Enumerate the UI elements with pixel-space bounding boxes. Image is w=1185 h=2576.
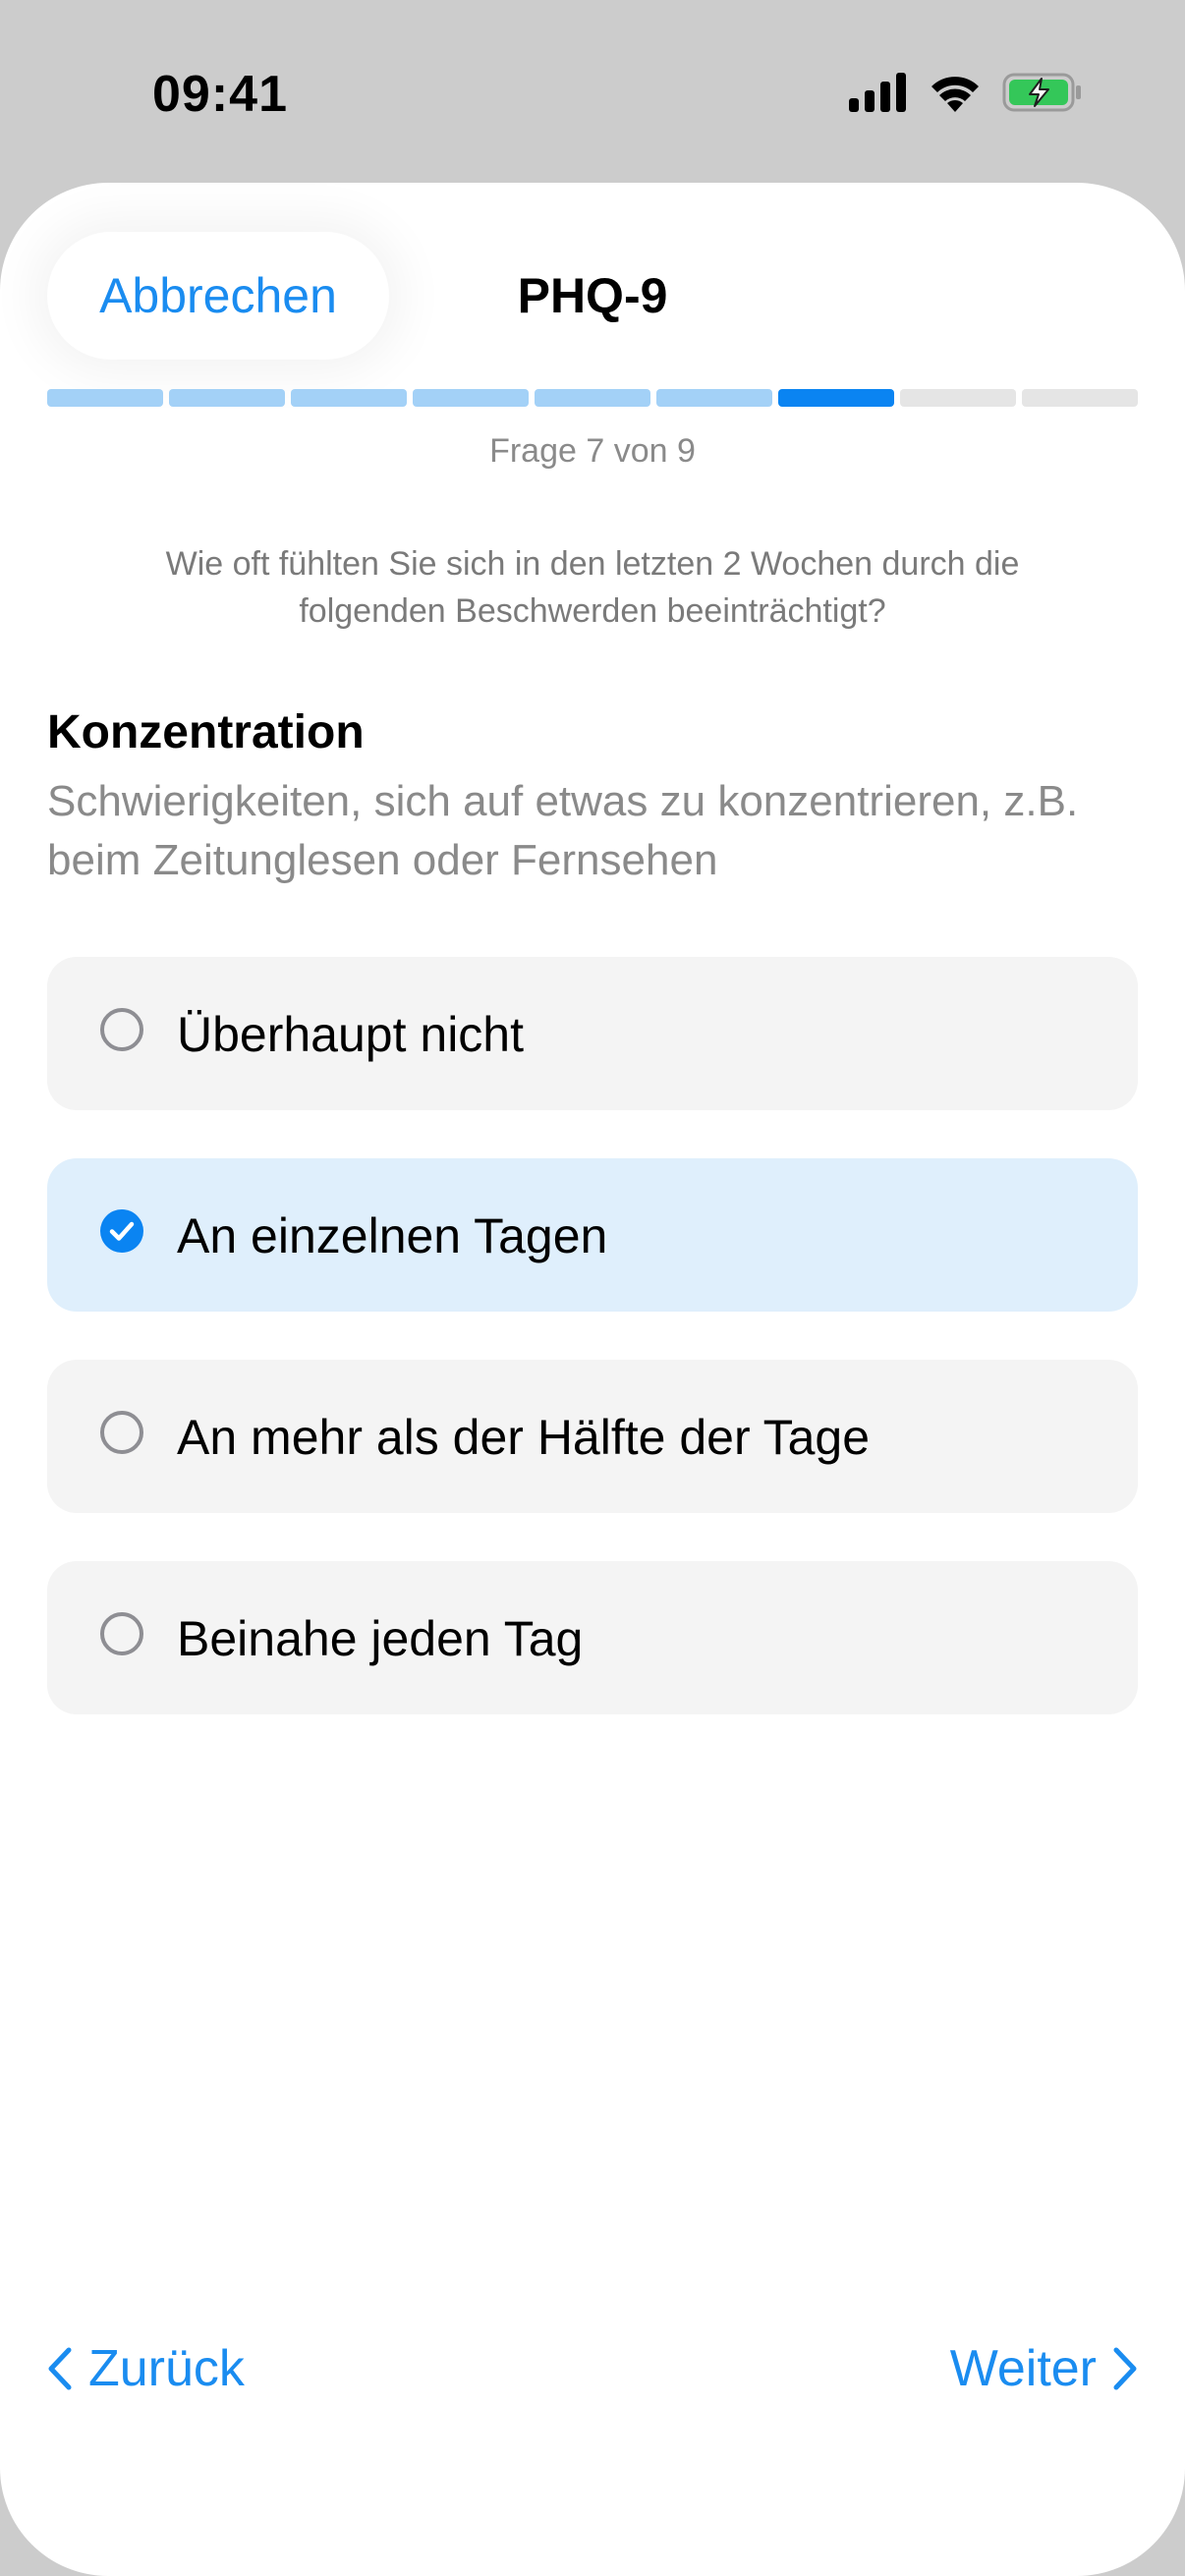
next-button[interactable]: Weiter xyxy=(950,2334,1138,2403)
answer-option[interactable]: Beinahe jeden Tag xyxy=(47,1561,1138,1714)
question-counter: Frage 7 von 9 xyxy=(489,432,696,470)
answer-option-selected[interactable]: An einzelnen Tagen xyxy=(47,1158,1138,1312)
question-description: Schwierigkeiten, sich auf etwas zu konze… xyxy=(47,777,1079,884)
status-bar: 09:41 xyxy=(0,0,1185,187)
checkmark-circle-icon xyxy=(100,1209,143,1253)
instruction-text: Wie oft fühlten Sie sich in den letzten … xyxy=(165,545,1020,630)
wifi-icon xyxy=(930,73,981,117)
progress-segment-current xyxy=(778,389,894,407)
next-button-label: Weiter xyxy=(949,2340,1097,2397)
chevron-right-icon xyxy=(1112,2346,1138,2391)
progress-segment xyxy=(291,389,407,407)
answer-option-label: An mehr als der Hälfte der Tage xyxy=(177,1410,871,1465)
progress-segment xyxy=(900,389,1016,407)
back-button-label: Zurück xyxy=(88,2340,245,2397)
radio-unchecked-icon xyxy=(100,1612,143,1655)
answer-option[interactable]: Überhaupt nicht xyxy=(47,957,1138,1110)
chevron-left-icon xyxy=(47,2346,73,2391)
radio-unchecked-icon xyxy=(100,1411,143,1454)
answer-option-label: Beinahe jeden Tag xyxy=(177,1611,584,1666)
back-button[interactable]: Zurück xyxy=(47,2334,245,2403)
questionnaire-sheet: Abbrechen PHQ-9 Frage 7 von 9 Wie oft fü… xyxy=(0,183,1185,2576)
answer-option[interactable]: An mehr als der Hälfte der Tage xyxy=(47,1360,1138,1513)
status-icons xyxy=(849,73,1083,117)
battery-charging-icon xyxy=(1002,73,1083,117)
progress-segment xyxy=(413,389,529,407)
progress-bar xyxy=(47,389,1138,407)
answer-option-label: Überhaupt nicht xyxy=(177,1007,525,1062)
question-title: Konzentration xyxy=(47,706,365,758)
radio-unchecked-icon xyxy=(100,1008,143,1051)
progress-segment xyxy=(47,389,163,407)
progress-segment xyxy=(169,389,285,407)
progress-segment xyxy=(535,389,650,407)
status-time: 09:41 xyxy=(152,66,288,123)
progress-segment xyxy=(656,389,772,407)
progress-segment xyxy=(1022,389,1138,407)
page-title: PHQ-9 xyxy=(517,268,668,323)
answer-option-label: An einzelnen Tagen xyxy=(177,1208,608,1263)
cellular-signal-icon xyxy=(849,73,908,117)
